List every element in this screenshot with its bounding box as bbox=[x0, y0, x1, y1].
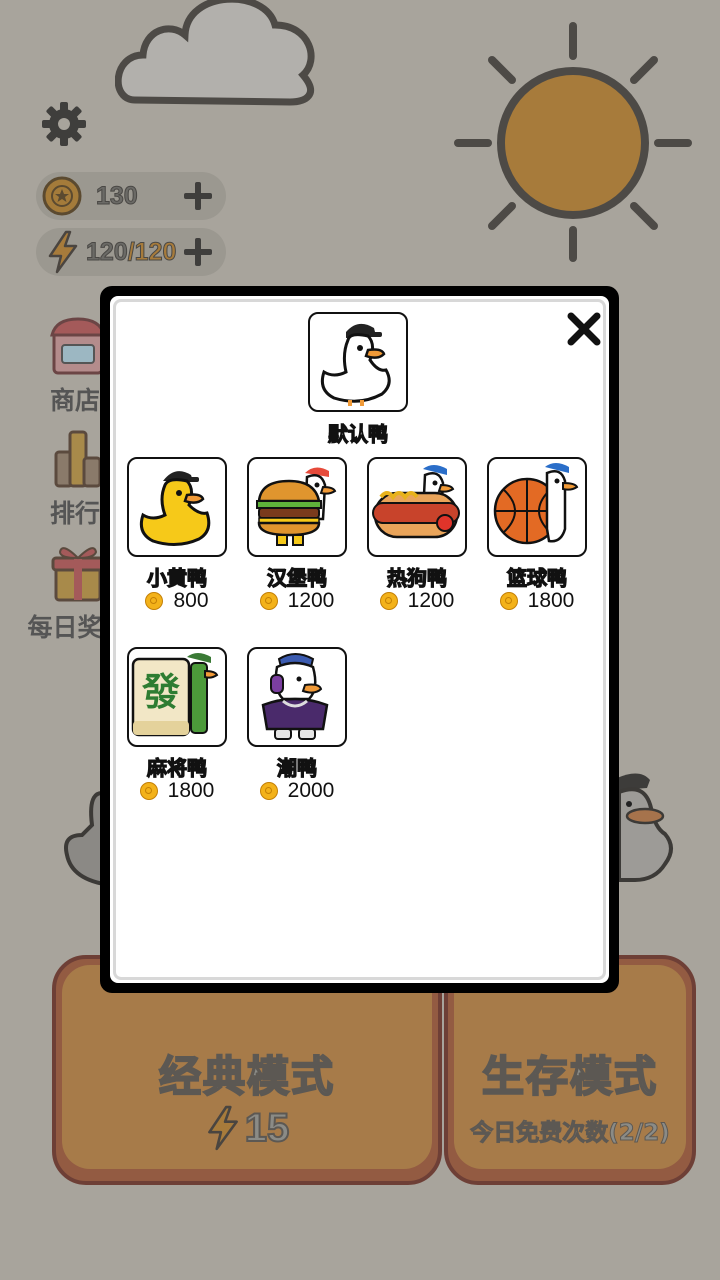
svg-text:發: 發 bbox=[141, 669, 180, 714]
skin-card-burger-duck[interactable] bbox=[247, 457, 347, 557]
skin-price-value: 800 bbox=[173, 589, 209, 612]
coin-icon bbox=[145, 592, 164, 610]
classic-mode-face: 经典模式 15 bbox=[62, 965, 432, 1169]
trophy-icon bbox=[54, 430, 101, 488]
skin-card-hotdog-duck[interactable] bbox=[367, 457, 467, 557]
current-skin-card[interactable] bbox=[308, 312, 408, 412]
shop-icon bbox=[49, 317, 106, 375]
skin-name: 篮球鸭 bbox=[506, 565, 567, 590]
skin-card-mahjong-duck[interactable]: 發 bbox=[127, 647, 227, 747]
coin-icon bbox=[379, 592, 398, 610]
energy-max: 120 bbox=[134, 237, 177, 266]
gift-icon bbox=[51, 547, 104, 602]
classic-mode-cost-value: 15 bbox=[244, 1105, 290, 1151]
skin-name: 汉堡鸭 bbox=[266, 565, 327, 590]
skin-price-value: 1200 bbox=[407, 589, 455, 612]
current-skin-name: 默认鸭 bbox=[327, 421, 388, 446]
skin-price: 2000 bbox=[237, 779, 357, 803]
skin-price-value: 2000 bbox=[287, 779, 335, 802]
classic-mode-title: 经典模式 bbox=[158, 1051, 335, 1102]
mahjong-duck-icon: 發 bbox=[131, 653, 219, 737]
skin-price: 1800 bbox=[117, 779, 237, 803]
coin-icon bbox=[139, 782, 158, 800]
daily-label: 每日奖 bbox=[27, 613, 103, 642]
basketball-duck-icon bbox=[493, 463, 579, 545]
energy-separator: / bbox=[127, 237, 135, 266]
skin-price: 1200 bbox=[357, 589, 477, 613]
add-energy-button[interactable] bbox=[180, 234, 216, 270]
close-icon[interactable] bbox=[565, 310, 603, 348]
coin-icon bbox=[259, 592, 278, 610]
burger-duck-icon bbox=[256, 467, 337, 546]
gear-icon[interactable] bbox=[40, 100, 88, 148]
skin-card-yellow-duck[interactable] bbox=[127, 457, 227, 557]
skin-price: 800 bbox=[117, 589, 237, 613]
dialog-body: 默认鸭 小黄鸭 800 汉堡鸭 1200 热狗鸭 1200 篮球鸭 1800 發… bbox=[110, 296, 609, 983]
coin-amount: 130 bbox=[96, 181, 139, 210]
skin-price-value: 1200 bbox=[287, 589, 335, 612]
energy-current: 120 bbox=[86, 237, 129, 266]
default-duck-icon bbox=[320, 323, 391, 406]
lightning-icon bbox=[207, 1105, 238, 1151]
classic-mode-cost: 15 bbox=[62, 1105, 432, 1151]
survival-mode-face: 生存模式 今日免费次数(2/2) bbox=[454, 965, 686, 1169]
lightning-icon bbox=[48, 230, 78, 274]
skin-name: 热狗鸭 bbox=[386, 565, 447, 590]
trendy-duck-icon bbox=[261, 653, 329, 740]
cloud-icon bbox=[115, 0, 315, 106]
sun-icon bbox=[454, 22, 692, 262]
duck-right-decoration bbox=[617, 773, 673, 882]
skin-price: 1200 bbox=[237, 589, 357, 613]
skin-card-basketball-duck[interactable] bbox=[487, 457, 587, 557]
skin-name: 小黄鸭 bbox=[146, 565, 207, 590]
coin-icon bbox=[42, 176, 82, 216]
hotdog-duck-icon bbox=[372, 465, 460, 539]
coin-icon bbox=[499, 592, 518, 610]
survival-free-count: 今日免费次数(2/2) bbox=[470, 1120, 670, 1147]
skin-card-trendy-duck[interactable] bbox=[247, 647, 347, 747]
skin-name: 潮鸭 bbox=[276, 755, 317, 780]
add-coins-button[interactable] bbox=[180, 178, 216, 214]
energy-counter: 120/120 bbox=[36, 228, 226, 276]
skin-price-value: 1800 bbox=[167, 779, 215, 802]
coin-icon bbox=[259, 782, 278, 800]
coin-counter: 130 bbox=[36, 172, 226, 220]
skin-price-value: 1800 bbox=[527, 589, 575, 612]
skin-price: 1800 bbox=[477, 589, 597, 613]
survival-mode-title: 生存模式 bbox=[481, 1051, 658, 1102]
skin-shop-dialog: 默认鸭 小黄鸭 800 汉堡鸭 1200 热狗鸭 1200 篮球鸭 1800 發… bbox=[100, 286, 619, 993]
skin-name: 麻将鸭 bbox=[146, 755, 207, 780]
yellow-duck-icon bbox=[139, 471, 211, 546]
